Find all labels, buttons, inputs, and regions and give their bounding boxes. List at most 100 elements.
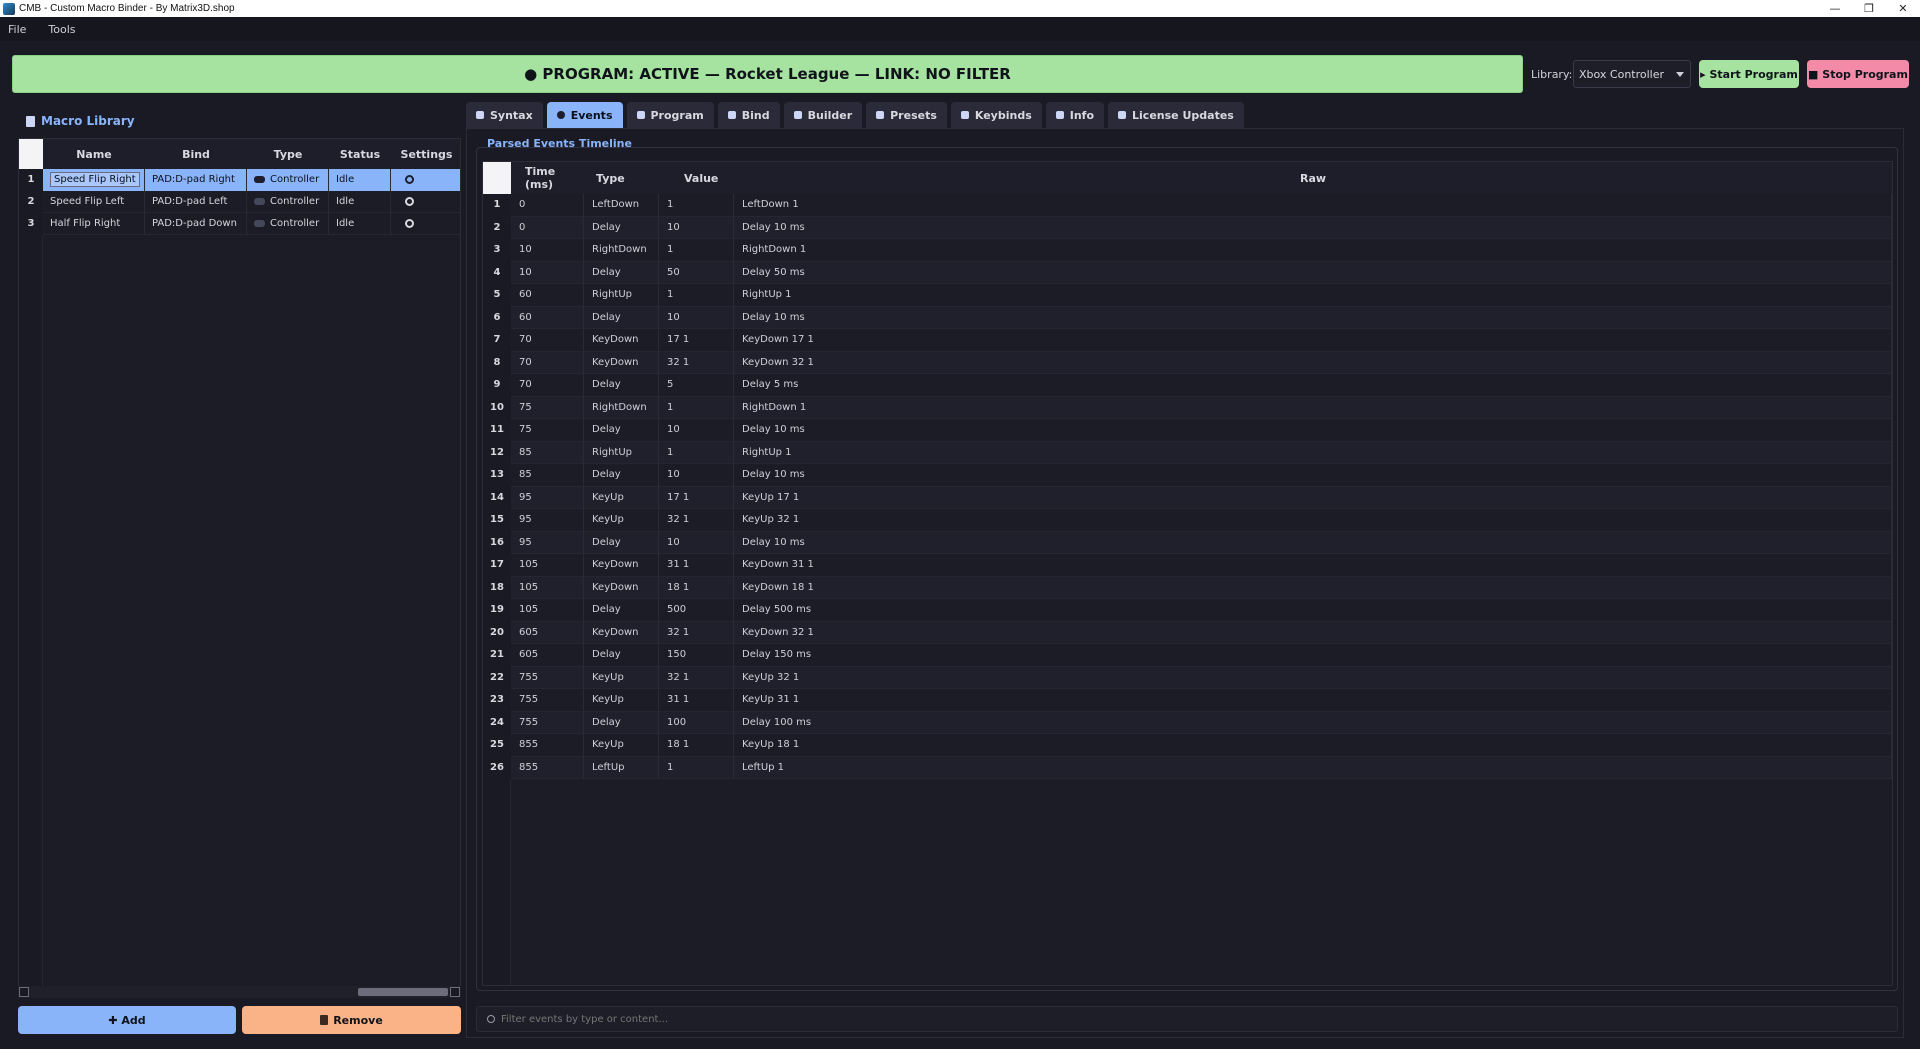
event-type-cell[interactable]: RightUp <box>584 283 659 306</box>
event-type-cell[interactable]: LeftDown <box>584 193 659 216</box>
scroll-left-icon[interactable] <box>19 987 29 997</box>
event-type-cell[interactable]: Delay <box>584 463 659 486</box>
event-type-cell[interactable]: Delay <box>584 711 659 734</box>
tab-program[interactable]: Program <box>626 102 714 128</box>
table-row[interactable]: 12 85 RightUp 1 RightUp 1 <box>483 441 1892 464</box>
table-corner-button[interactable] <box>19 139 43 169</box>
row-number[interactable]: 14 <box>483 486 511 509</box>
row-number[interactable]: 10 <box>483 396 511 419</box>
event-raw-cell[interactable]: LeftUp 1 <box>734 756 1892 779</box>
event-value-cell[interactable]: 1 <box>659 756 734 779</box>
event-value-cell[interactable]: 31 1 <box>659 553 734 576</box>
event-raw-cell[interactable]: Delay 500 ms <box>734 598 1892 621</box>
scroll-right-icon[interactable] <box>450 987 460 997</box>
event-value-cell[interactable]: 500 <box>659 598 734 621</box>
tab-info[interactable]: Info <box>1045 102 1105 128</box>
event-type-cell[interactable]: Delay <box>584 598 659 621</box>
row-number[interactable]: 4 <box>483 261 511 284</box>
table-row[interactable]: 15 95 KeyUp 32 1 KeyUp 32 1 <box>483 508 1892 532</box>
event-raw-cell[interactable]: Delay 10 ms <box>734 216 1892 239</box>
macro-status-cell[interactable]: Idle <box>329 212 391 235</box>
event-time-cell[interactable]: 60 <box>511 306 584 329</box>
row-number[interactable]: 16 <box>483 531 511 554</box>
table-row[interactable]: 14 95 KeyUp 17 1 KeyUp 17 1 <box>483 486 1892 509</box>
row-number[interactable]: 18 <box>483 576 511 599</box>
table-row[interactable]: 3 10 RightDown 1 RightDown 1 <box>483 238 1892 262</box>
event-raw-cell[interactable]: Delay 150 ms <box>734 643 1892 666</box>
row-number[interactable]: 7 <box>483 328 511 351</box>
table-row[interactable]: 17 105 KeyDown 31 1 KeyDown 31 1 <box>483 553 1892 577</box>
event-time-cell[interactable]: 10 <box>511 238 584 261</box>
table-row[interactable]: 22 755 KeyUp 32 1 KeyUp 32 1 <box>483 666 1892 689</box>
row-number[interactable]: 13 <box>483 463 511 486</box>
row-number[interactable]: 9 <box>483 373 511 396</box>
event-time-cell[interactable]: 75 <box>511 396 584 419</box>
event-value-cell[interactable]: 10 <box>659 306 734 329</box>
event-raw-cell[interactable]: KeyUp 32 1 <box>734 508 1892 531</box>
event-raw-cell[interactable]: Delay 10 ms <box>734 418 1892 441</box>
event-raw-cell[interactable]: Delay 100 ms <box>734 711 1892 734</box>
macro-table[interactable]: Name Bind Type Status Settings 1 Speed F… <box>18 138 461 993</box>
event-raw-cell[interactable]: KeyUp 32 1 <box>734 666 1892 689</box>
row-number[interactable]: 11 <box>483 418 511 441</box>
event-value-cell[interactable]: 18 1 <box>659 576 734 599</box>
event-value-cell[interactable]: 32 1 <box>659 666 734 689</box>
row-number[interactable]: 17 <box>483 553 511 576</box>
event-time-cell[interactable]: 60 <box>511 283 584 306</box>
event-time-cell[interactable]: 70 <box>511 373 584 396</box>
event-type-cell[interactable]: KeyUp <box>584 508 659 531</box>
event-time-cell[interactable]: 105 <box>511 553 584 576</box>
macro-name-cell[interactable]: Half Flip Right <box>43 212 145 235</box>
stop-program-button[interactable]: ■ Stop Program <box>1807 60 1909 88</box>
event-value-cell[interactable]: 1 <box>659 283 734 306</box>
menu-tools[interactable]: Tools <box>48 23 75 36</box>
event-type-cell[interactable]: LeftUp <box>584 756 659 779</box>
start-program-button[interactable]: ▸ Start Program <box>1699 60 1799 88</box>
table-row[interactable]: 3 Half Flip Right PAD:D-pad Down Control… <box>19 212 460 235</box>
macro-bind-cell[interactable]: PAD:D-pad Left <box>145 190 247 213</box>
library-dropdown[interactable]: Xbox Controller <box>1573 60 1691 88</box>
restore-button[interactable]: ❐ <box>1852 0 1886 17</box>
table-row[interactable]: 16 95 Delay 10 Delay 10 ms <box>483 531 1892 554</box>
row-number[interactable]: 19 <box>483 598 511 621</box>
event-raw-cell[interactable]: KeyUp 18 1 <box>734 733 1892 756</box>
event-value-cell[interactable]: 18 1 <box>659 733 734 756</box>
add-macro-button[interactable]: ✚ Add <box>18 1006 236 1034</box>
event-time-cell[interactable]: 605 <box>511 621 584 644</box>
event-raw-cell[interactable]: KeyDown 31 1 <box>734 553 1892 576</box>
table-row[interactable]: 8 70 KeyDown 32 1 KeyDown 32 1 <box>483 351 1892 374</box>
macro-settings-cell[interactable] <box>391 213 460 235</box>
event-type-cell[interactable]: KeyUp <box>584 733 659 756</box>
horizontal-scrollbar[interactable] <box>18 986 461 998</box>
column-header-time[interactable]: Time (ms) <box>511 162 584 194</box>
tab-keybinds[interactable]: Keybinds <box>950 102 1042 128</box>
minimize-button[interactable]: — <box>1818 0 1852 17</box>
macro-settings-cell[interactable] <box>391 191 460 213</box>
event-time-cell[interactable]: 755 <box>511 688 584 711</box>
event-time-cell[interactable]: 85 <box>511 441 584 464</box>
event-raw-cell[interactable]: Delay 5 ms <box>734 373 1892 396</box>
tab-builder[interactable]: Builder <box>783 102 863 128</box>
event-type-cell[interactable]: Delay <box>584 216 659 239</box>
row-number[interactable]: 24 <box>483 711 511 734</box>
tab-syntax[interactable]: Syntax <box>466 102 543 128</box>
event-value-cell[interactable]: 1 <box>659 193 734 216</box>
column-header-value[interactable]: Value <box>659 162 734 194</box>
row-number[interactable]: 6 <box>483 306 511 329</box>
event-value-cell[interactable]: 1 <box>659 396 734 419</box>
event-time-cell[interactable]: 0 <box>511 216 584 239</box>
tab-license-updates[interactable]: License Updates <box>1108 102 1244 128</box>
event-raw-cell[interactable]: Delay 10 ms <box>734 463 1892 486</box>
event-time-cell[interactable]: 855 <box>511 733 584 756</box>
event-raw-cell[interactable]: KeyDown 18 1 <box>734 576 1892 599</box>
event-type-cell[interactable]: Delay <box>584 531 659 554</box>
event-raw-cell[interactable]: RightDown 1 <box>734 238 1892 261</box>
event-type-cell[interactable]: KeyDown <box>584 328 659 351</box>
row-number[interactable]: 21 <box>483 643 511 666</box>
macro-type-cell[interactable]: Controller <box>247 190 329 213</box>
table-row[interactable]: 20 605 KeyDown 32 1 KeyDown 32 1 <box>483 621 1892 644</box>
row-number[interactable]: 1 <box>19 168 43 191</box>
row-number[interactable]: 5 <box>483 283 511 306</box>
row-number[interactable]: 2 <box>19 190 43 213</box>
table-row[interactable]: 26 855 LeftUp 1 LeftUp 1 <box>483 756 1892 779</box>
